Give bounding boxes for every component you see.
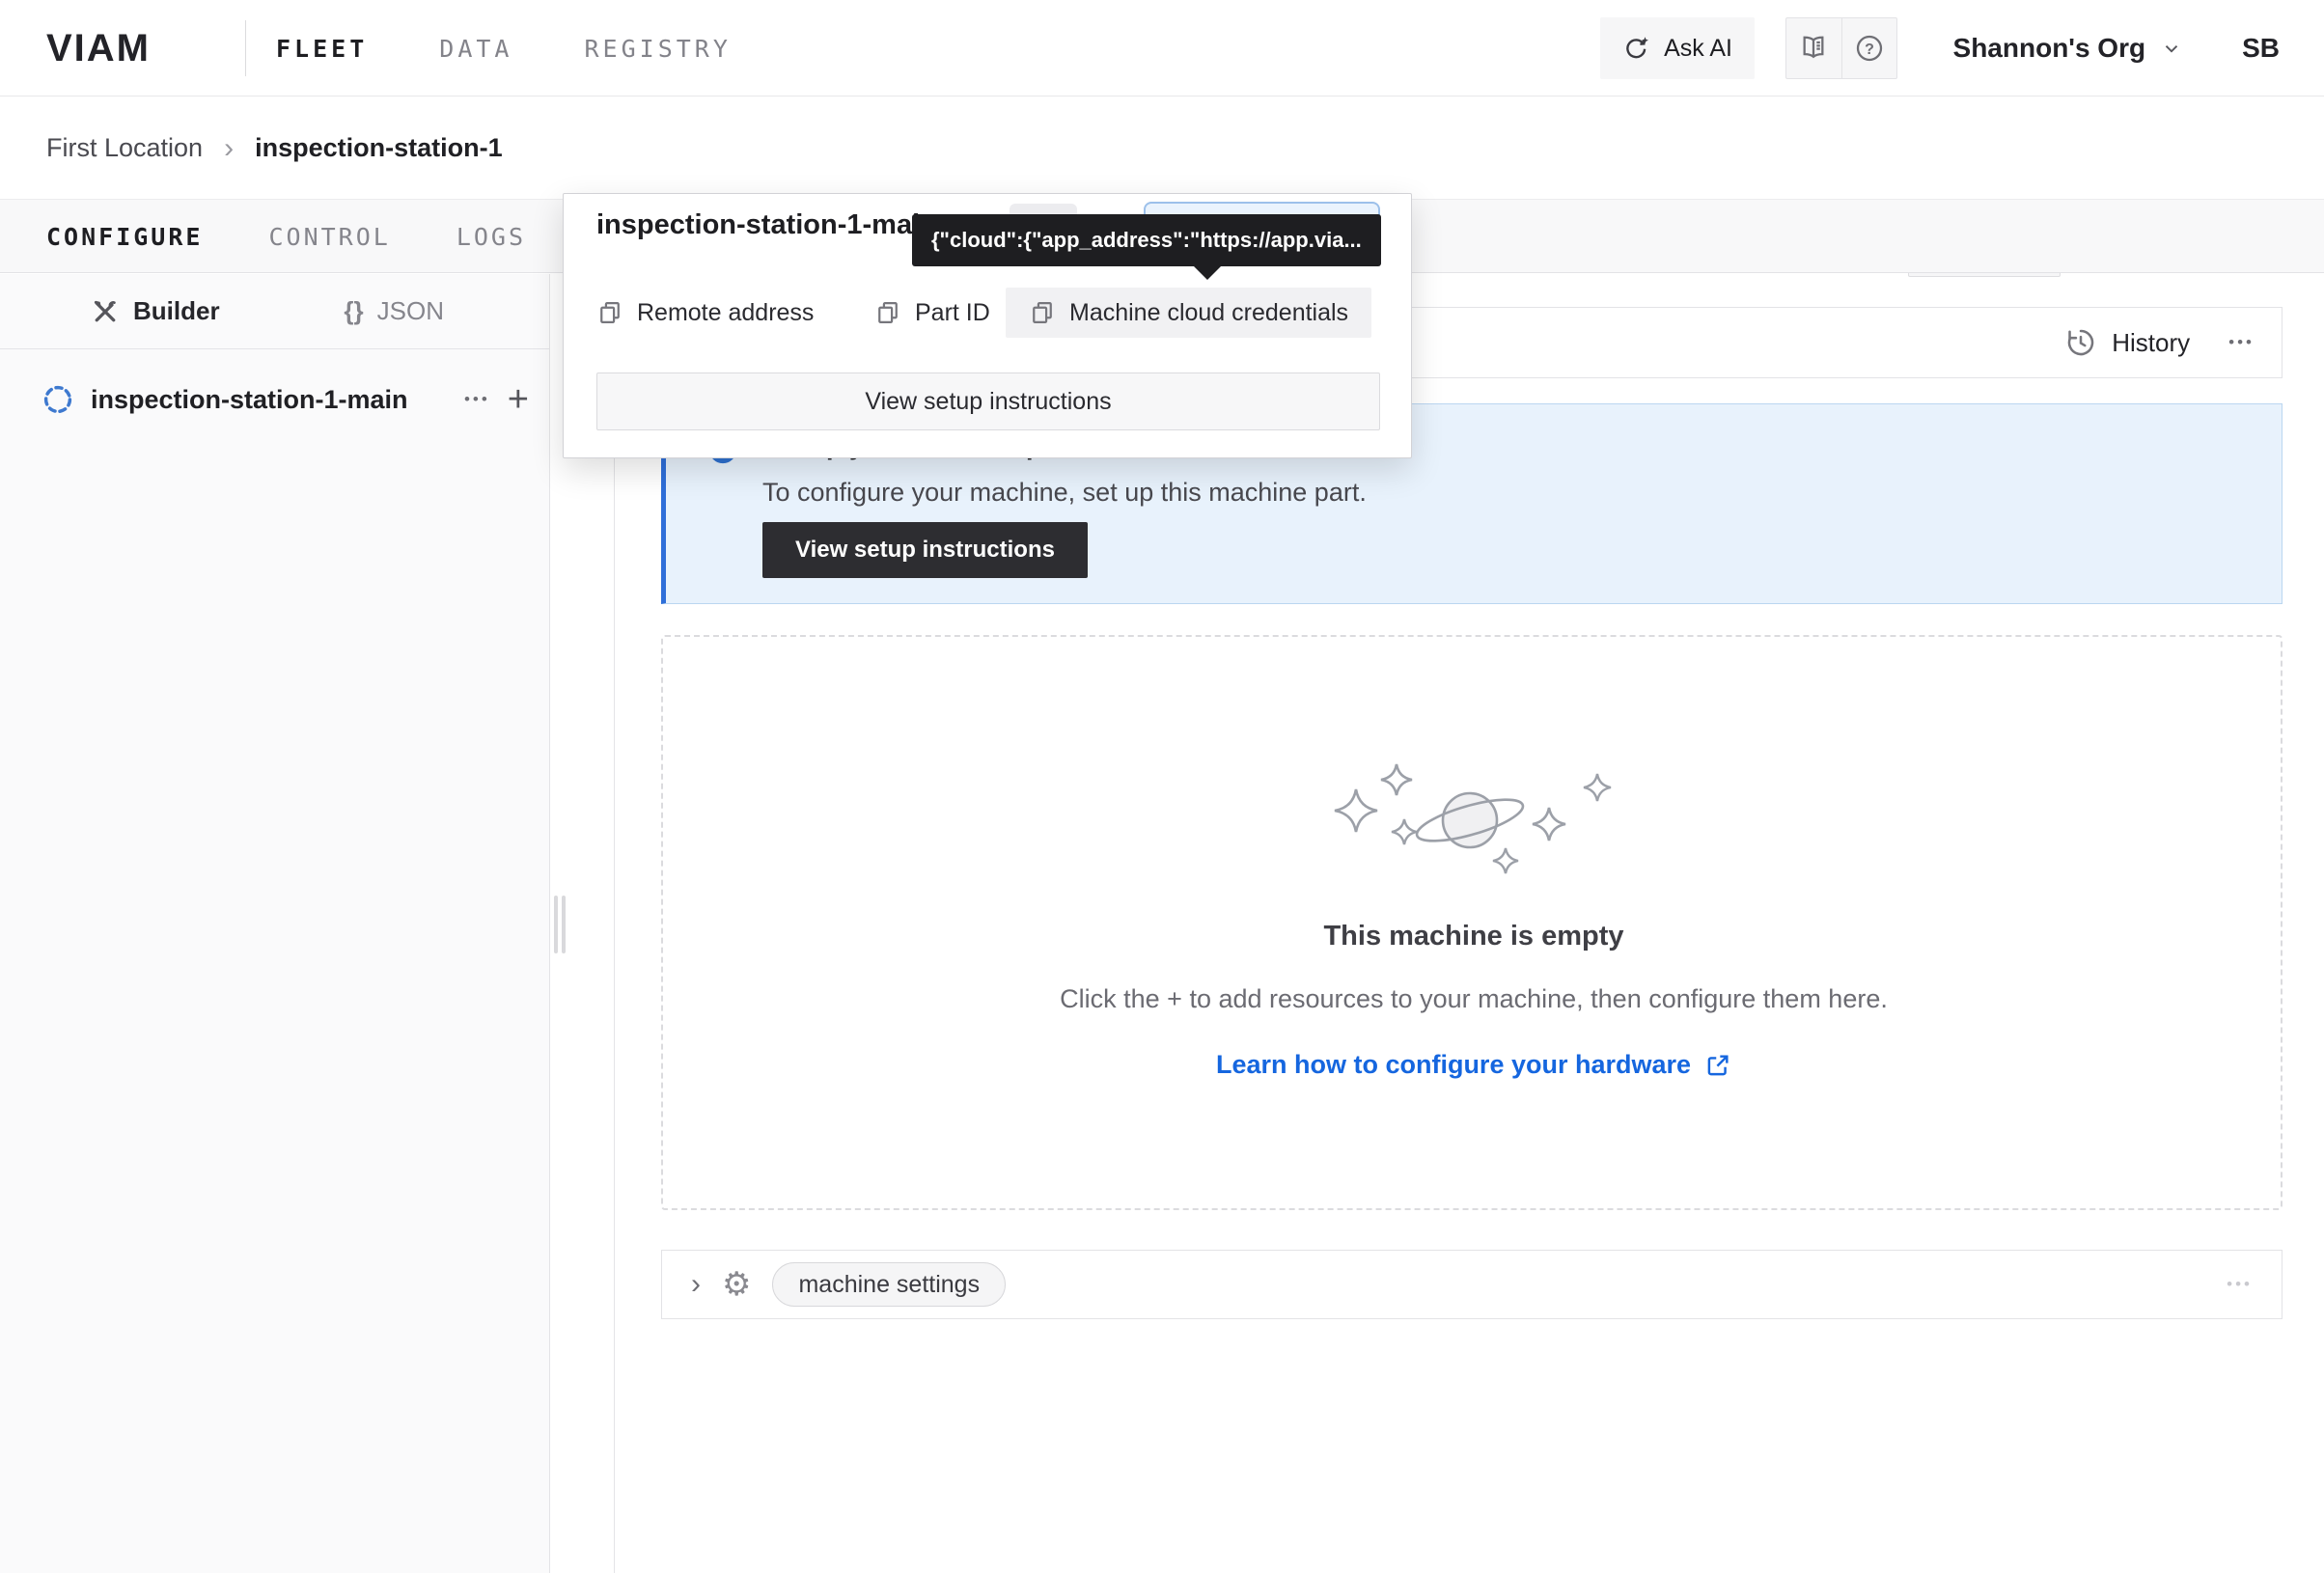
banner-message: To configure your machine, set up this m… (762, 478, 1367, 508)
popover-view-setup-button[interactable]: View setup instructions (596, 373, 1380, 430)
toolbar-more-button[interactable]: ••• (2228, 333, 2255, 352)
nav-item-fleet[interactable]: FLEET (276, 35, 368, 63)
question-mark-icon: ? (1854, 33, 1885, 64)
popover-part-title: inspection-station-1-main (596, 209, 937, 241)
nav-item-registry[interactable]: REGISTRY (584, 35, 731, 63)
machine-settings-pill[interactable]: machine settings (772, 1262, 1006, 1307)
expand-chevron-icon[interactable]: › (691, 1268, 701, 1301)
top-nav: VIAM FLEET DATA REGISTRY Ask AI (0, 0, 2324, 97)
gear-icon: ⚙ (722, 1265, 751, 1304)
tooltip-arrow (1193, 265, 1222, 280)
top-nav-tabs: FLEET DATA REGISTRY (276, 0, 732, 97)
resize-grip-bar (562, 896, 566, 953)
history-button[interactable]: History (2065, 327, 2190, 358)
viam-logo[interactable]: VIAM (46, 0, 151, 97)
tab-configure[interactable]: CONFIGURE (46, 223, 203, 251)
part-tree-item[interactable]: inspection-station-1-main ••• + (0, 371, 550, 428)
machine-header-row: First Location › inspection-station-1 Aw… (0, 97, 2324, 199)
top-nav-right: Ask AI ? (1600, 0, 2280, 97)
external-link-icon (1704, 1052, 1731, 1079)
chevron-down-icon (2161, 38, 2182, 59)
braces-icon: {} (344, 296, 363, 326)
docs-button[interactable] (1786, 18, 1841, 78)
settings-more-button[interactable]: ••• (2227, 1275, 2253, 1294)
tab-logs[interactable]: LOGS (456, 223, 526, 251)
ask-ai-icon (1621, 34, 1650, 63)
link-label: Learn how to configure your hardware (1216, 1050, 1691, 1080)
machine-settings-row[interactable]: › ⚙ machine settings ••• (661, 1250, 2282, 1319)
book-icon (1798, 33, 1829, 64)
builder-label: Builder (133, 296, 220, 326)
tools-icon (91, 297, 120, 326)
logo-divider (245, 20, 246, 76)
json-mode-button[interactable]: {} JSON (344, 296, 444, 326)
builder-mode-button[interactable]: Builder (91, 296, 220, 326)
history-label: History (2112, 328, 2190, 358)
parts-sidebar: Builder {} JSON inspection-station-1-mai… (0, 274, 550, 1573)
help-glyph: ? (1865, 41, 1874, 58)
empty-machine-panel: This machine is empty Click the + to add… (661, 635, 2282, 1210)
copy-button-label: Remote address (637, 299, 814, 327)
org-name: Shannon's Org (1953, 33, 2146, 64)
copy-icon (596, 299, 623, 326)
part-more-button[interactable]: ••• (464, 390, 490, 409)
breadcrumb: First Location › inspection-station-1 (46, 97, 503, 199)
config-mode-toggle: Builder {} JSON (0, 274, 550, 349)
panel-resize-handle[interactable] (554, 896, 566, 953)
json-label: JSON (377, 296, 444, 326)
history-clock-icon (2065, 327, 2096, 358)
tab-control[interactable]: CONTROL (268, 223, 390, 251)
empty-state-title: This machine is empty (663, 921, 2284, 952)
planet-illustration (1327, 753, 1620, 919)
credentials-tooltip: {"cloud":{"app_address":"https://app.via… (912, 214, 1381, 266)
copy-machine-cloud-credentials-button[interactable]: Machine cloud credentials (1006, 288, 1371, 338)
avatar[interactable]: SB (2242, 33, 2280, 64)
copy-icon (1029, 299, 1056, 326)
org-switcher[interactable]: Shannon's Org (1953, 33, 2183, 64)
part-dotted-circle-icon (42, 384, 73, 415)
viam-machine-page: VIAM FLEET DATA REGISTRY Ask AI (0, 0, 2324, 1573)
empty-state-message: Click the + to add resources to your mac… (663, 984, 2284, 1014)
breadcrumb-separator: › (224, 132, 234, 165)
part-name: inspection-station-1-main (91, 385, 447, 415)
add-resource-button[interactable]: + (508, 381, 529, 418)
copy-button-label: Part ID (915, 299, 990, 327)
help-button-group: ? (1785, 17, 1897, 79)
copy-button-label: Machine cloud credentials (1069, 299, 1348, 327)
copy-remote-address-button[interactable]: Remote address (596, 288, 814, 338)
resize-grip-bar (554, 896, 558, 953)
copy-icon (874, 299, 901, 326)
ask-ai-label: Ask AI (1664, 35, 1732, 63)
panel-divider (614, 274, 615, 1573)
breadcrumb-machine-name: inspection-station-1 (255, 133, 503, 163)
breadcrumb-location[interactable]: First Location (46, 133, 203, 163)
nav-item-data[interactable]: DATA (439, 35, 512, 63)
copy-part-id-button[interactable]: Part ID (874, 288, 990, 338)
help-button[interactable]: ? (1841, 18, 1896, 78)
configure-hardware-link[interactable]: Learn how to configure your hardware (663, 1050, 2284, 1080)
ask-ai-button[interactable]: Ask AI (1600, 17, 1755, 79)
banner-view-setup-button[interactable]: View setup instructions (762, 522, 1088, 578)
